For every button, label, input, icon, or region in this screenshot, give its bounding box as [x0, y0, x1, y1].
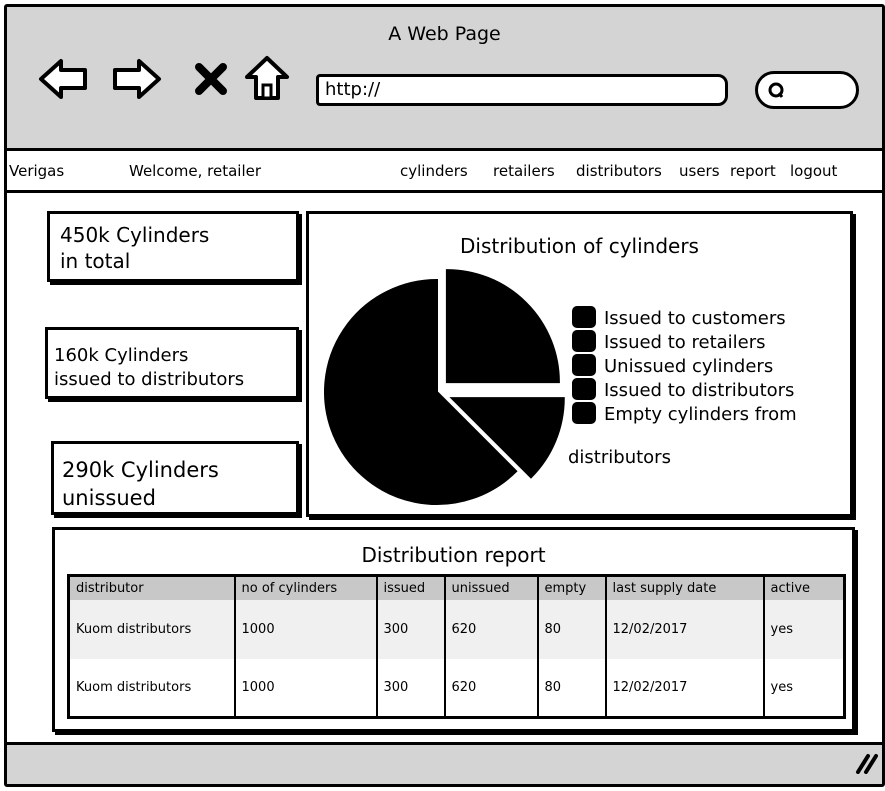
table-cell: 300: [376, 658, 446, 718]
pie-slice: [445, 269, 560, 384]
table-cell: 620: [444, 599, 539, 659]
column-header[interactable]: empty: [537, 575, 607, 600]
close-x-icon[interactable]: [195, 63, 227, 99]
stat-card-issued-distributors: 160k Cylinders issued to distributors: [45, 327, 299, 399]
column-header[interactable]: no of cylinders: [234, 575, 378, 600]
table-cell: 12/02/2017: [605, 599, 765, 659]
column-header[interactable]: issued: [376, 575, 446, 600]
legend-item: Issued to customers: [572, 306, 797, 330]
table-header-row: distributor no of cylinders issued uniss…: [68, 575, 846, 600]
report-title: Distribution report: [361, 543, 546, 567]
chart-legend: Issued to customers Issued to retailers …: [568, 306, 797, 468]
stat-value: 450k Cylinders: [60, 223, 210, 247]
legend-swatch: [572, 306, 596, 328]
column-header[interactable]: distributor: [68, 575, 236, 600]
table-cell: Kuom distributors: [68, 599, 236, 659]
window-title: A Web Page: [388, 23, 501, 45]
legend-label: Unissued cylinders: [604, 356, 774, 377]
table-cell: yes: [763, 658, 846, 718]
pie-chart: [324, 269, 565, 505]
nav-link-users[interactable]: users: [679, 162, 720, 180]
url-input[interactable]: http://: [316, 74, 728, 106]
nav-link-retailers[interactable]: retailers: [493, 162, 555, 180]
legend-item: Empty cylinders from: [572, 402, 797, 426]
legend-label-wrap: distributors: [568, 447, 671, 468]
brand-label[interactable]: Verigas: [9, 162, 64, 180]
nav-link-logout[interactable]: logout: [790, 162, 837, 180]
legend-label-empty: Empty cylinders from: [604, 404, 797, 425]
status-bar: [7, 742, 882, 784]
legend-label: Issued to distributors: [604, 380, 795, 401]
legend-item: Unissued cylinders: [572, 354, 797, 378]
menu-bar: Verigas Welcome, retailer cylinders reta…: [7, 151, 882, 193]
column-header[interactable]: active: [763, 575, 846, 600]
legend-swatch: [572, 330, 596, 352]
legend-item: Issued to retailers: [572, 330, 797, 354]
stat-caption: unissued: [62, 486, 156, 510]
stat-value: 160k Cylinders: [54, 345, 189, 366]
browser-window: A Web Page http:// Verigas Welcome, reta…: [4, 4, 885, 787]
legend-label: Issued to retailers: [604, 332, 766, 353]
back-arrow-icon[interactable]: [37, 57, 89, 105]
stat-card-total: 450k Cylinders in total: [47, 211, 299, 282]
browser-toolbar: A Web Page http://: [7, 7, 882, 151]
stat-value: 290k Cylinders: [62, 458, 219, 482]
table-cell: Kuom distributors: [68, 658, 236, 718]
legend-item: Issued to distributors: [572, 378, 797, 402]
legend-swatch: [572, 402, 596, 424]
table-cell: yes: [763, 599, 846, 659]
report-table: distributor no of cylinders issued uniss…: [67, 574, 846, 719]
chart-panel: Distribution of cylinders Issued to cust…: [306, 211, 853, 517]
table-row[interactable]: Kuom distributors 1000 300 620 80 12/02/…: [68, 599, 846, 659]
stat-caption: issued to distributors: [54, 369, 245, 390]
stat-card-unissued: 290k Cylinders unissued: [51, 441, 299, 515]
nav-link-distributors[interactable]: distributors: [576, 162, 662, 180]
table-row[interactable]: Kuom distributors 1000 300 620 80 12/02/…: [68, 658, 846, 718]
forward-arrow-icon[interactable]: [111, 57, 163, 105]
legend-swatch: [572, 354, 596, 376]
column-header[interactable]: last supply date: [605, 575, 765, 600]
welcome-label: Welcome, retailer: [129, 162, 262, 180]
table-cell: 12/02/2017: [605, 658, 765, 718]
home-icon[interactable]: [244, 55, 290, 105]
table-cell: 620: [444, 658, 539, 718]
column-header[interactable]: unissued: [444, 575, 539, 600]
legend-swatch: [572, 378, 596, 400]
search-icon: [768, 82, 784, 98]
table-cell: 300: [376, 599, 446, 659]
search-input[interactable]: [755, 71, 859, 109]
stat-caption: in total: [60, 249, 131, 273]
table-cell: 80: [537, 658, 607, 718]
resize-grip-icon[interactable]: [852, 752, 878, 778]
nav-link-cylinders[interactable]: cylinders: [400, 162, 468, 180]
distribution-report: Distribution report distributor no of cy…: [52, 527, 855, 732]
nav-link-report[interactable]: report: [730, 162, 776, 180]
table-cell: 1000: [234, 599, 378, 659]
table-cell: 80: [537, 599, 607, 659]
table-cell: 1000: [234, 658, 378, 718]
legend-label: Issued to customers: [604, 308, 786, 329]
